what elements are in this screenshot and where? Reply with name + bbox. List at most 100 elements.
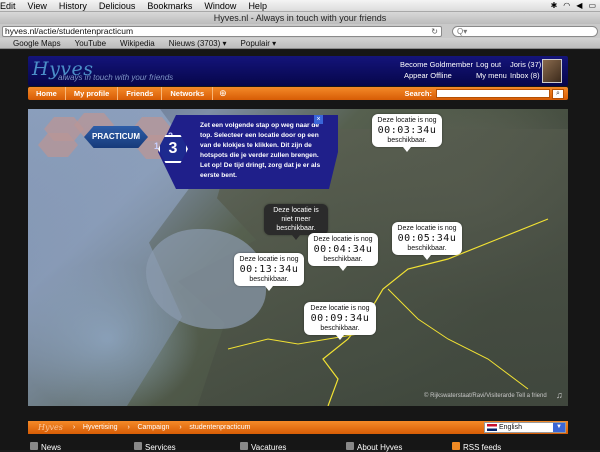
bookmark-populair[interactable]: Populair ▾ — [234, 39, 284, 48]
bubble-timer: 00:04:34u — [313, 244, 373, 255]
reload-icon[interactable]: ↻ — [431, 27, 438, 36]
close-icon[interactable]: × — [314, 115, 323, 124]
language-value: English — [499, 424, 522, 431]
bubble-line1: Deze locatie is nog — [310, 305, 370, 312]
instruction-text: Zet een volgende stap op weg naar de top… — [200, 122, 321, 179]
logout-link[interactable]: Log out — [476, 59, 501, 70]
footer-link-rss[interactable]: RSS feeds — [452, 442, 501, 452]
chevron-down-icon: ▼ — [553, 423, 565, 432]
window-title: Hyves.nl - Always in touch with your fri… — [0, 12, 600, 24]
address-bar: hyves.nl/actie/studentenpracticum ↻ Q▾ — [0, 24, 600, 38]
footer-link-label: About Hyves — [357, 443, 403, 452]
footer-links: News Services Vacatures About Hyves RSS … — [28, 442, 568, 452]
search-icon[interactable]: ⌕ — [552, 88, 564, 99]
footer-link-label: RSS feeds — [463, 443, 502, 452]
footer-link-news[interactable]: News — [30, 442, 61, 452]
bookmark-google-maps[interactable]: Google Maps — [6, 39, 68, 48]
search-label: Search: — [404, 89, 432, 98]
become-goldmember-link[interactable]: Become Goldmember — [400, 59, 473, 70]
location-bubble[interactable]: Deze locatie is nog 00:05:34u beschikbaa… — [392, 222, 462, 260]
bubble-timer: 00:03:34u — [377, 125, 437, 136]
news-icon — [30, 442, 38, 450]
language-select[interactable]: English ▼ — [484, 422, 566, 433]
menu-edit[interactable]: Edit — [0, 1, 22, 11]
rss-icon — [452, 442, 460, 450]
breadcrumb-campaign[interactable]: Campaign — [127, 421, 179, 434]
wifi-icon[interactable]: ◠ — [563, 1, 570, 10]
nav-home[interactable]: Home — [28, 87, 66, 100]
tagline: always in touch with your friends — [58, 73, 174, 82]
url-field[interactable]: hyves.nl/actie/studentenpracticum ↻ — [2, 25, 442, 37]
bubble-line2: beschikbaar. — [387, 137, 427, 144]
location-bubble[interactable]: Deze locatie is nog 00:03:34u beschikbaa… — [372, 114, 442, 152]
location-bubble[interactable]: Deze locatie is nog 00:04:34u beschikbaa… — [308, 233, 378, 271]
breadcrumb-hyves[interactable]: Hyves — [28, 421, 73, 434]
volume-icon[interactable]: ◀ — [576, 1, 582, 10]
location-bubble[interactable]: Deze locatie is nog 00:09:34u beschikbaa… — [304, 302, 376, 340]
bubble-line2: beschikbaar. — [320, 325, 360, 332]
menu-delicious[interactable]: Delicious — [93, 1, 142, 11]
location-bubble-unavailable: Deze locatie is niet meer beschikbaar. — [264, 204, 328, 240]
footer-link-label: Vacatures — [251, 443, 287, 452]
map-credit: © Rijkswaterstaat/Ravi/Visiterarde — [424, 393, 515, 399]
practicum-logo: PRACTICUM — [84, 126, 148, 148]
bubble-line1: Deze locatie is nog — [377, 117, 437, 124]
tell-a-friend-link[interactable]: Tell a friend — [516, 393, 547, 399]
nav-my-profile[interactable]: My profile — [66, 87, 119, 100]
bubble-line2: beschikbaar. — [407, 245, 447, 252]
search-engine-icon[interactable]: Q▾ — [457, 27, 467, 36]
nav-friends[interactable]: Friends — [118, 87, 163, 100]
about-icon — [346, 442, 354, 450]
step-1-marker[interactable]: 1 — [154, 141, 159, 151]
uk-flag-icon — [487, 424, 497, 431]
bubble-line1: Deze locatie is nog — [313, 236, 373, 243]
bookmarks-bar: Google Maps YouTube Wikipedia Nieuws (37… — [0, 38, 600, 49]
nav-networks[interactable]: Networks — [162, 87, 214, 100]
my-menu-link[interactable]: My menu — [476, 70, 507, 81]
browser-search-field[interactable]: Q▾ — [452, 25, 598, 37]
url-text: hyves.nl/actie/studentenpracticum — [5, 25, 134, 36]
breadcrumb-current: studentenpracticum — [179, 421, 260, 434]
inbox-link[interactable]: Inbox (8) — [510, 70, 540, 81]
appear-offline-link[interactable]: Appear Offline — [404, 70, 452, 81]
menu-window[interactable]: Window — [198, 1, 242, 11]
bubble-timer: 00:13:34u — [239, 264, 299, 275]
bubble-timer: 00:09:34u — [310, 313, 370, 324]
vacatures-icon — [240, 442, 248, 450]
mac-menubar: Edit View History Delicious Bookmarks Wi… — [0, 0, 600, 12]
bubble-line1: Deze locatie is nog — [397, 225, 457, 232]
bubble-line2: beschikbaar. — [323, 256, 363, 263]
bubble-line2: niet meer — [281, 216, 311, 223]
battery-icon[interactable]: ▭ — [588, 1, 596, 10]
page-content: Hyves always in touch with your friends … — [0, 50, 600, 452]
footer-link-vacatures[interactable]: Vacatures — [240, 442, 286, 452]
footer-link-about[interactable]: About Hyves — [346, 442, 402, 452]
services-icon — [134, 442, 142, 450]
main-nav: Home My profile Friends Networks ⊕ Searc… — [28, 87, 568, 100]
bookmark-nieuws[interactable]: Nieuws (3703) ▾ — [162, 39, 234, 48]
bubble-line2: beschikbaar. — [249, 276, 289, 283]
bubble-timer: 00:05:34u — [397, 233, 457, 244]
location-bubble[interactable]: Deze locatie is nog 00:13:34u beschikbaa… — [234, 253, 304, 291]
bubble-line1: Deze locatie is — [273, 207, 319, 214]
breadcrumb: Hyves Hyvertising Campaign studentenprac… — [28, 421, 568, 434]
avatar[interactable] — [542, 59, 562, 83]
menu-bookmarks[interactable]: Bookmarks — [141, 1, 198, 11]
footer-link-label: Services — [145, 443, 176, 452]
site-header: Hyves always in touch with your friends … — [28, 56, 568, 86]
bluetooth-icon[interactable]: ✱ — [551, 1, 558, 10]
practicum-hexes: PRACTICUM — [38, 113, 178, 159]
menu-history[interactable]: History — [53, 1, 93, 11]
user-link[interactable]: Joris (37) — [510, 59, 541, 70]
add-icon[interactable]: ⊕ — [213, 88, 233, 99]
campaign-map[interactable]: PRACTICUM 2 1 3 Zet een volgende stap op… — [28, 109, 568, 406]
sound-icon[interactable]: ♫ — [556, 390, 563, 400]
footer-link-services[interactable]: Services — [134, 442, 176, 452]
bookmark-youtube[interactable]: YouTube — [68, 39, 113, 48]
menu-help[interactable]: Help — [242, 1, 273, 11]
breadcrumb-hyvertising[interactable]: Hyvertising — [73, 421, 128, 434]
bubble-line1: Deze locatie is nog — [239, 256, 299, 263]
site-search-input[interactable] — [436, 89, 550, 98]
menu-view[interactable]: View — [22, 1, 53, 11]
bookmark-wikipedia[interactable]: Wikipedia — [113, 39, 162, 48]
